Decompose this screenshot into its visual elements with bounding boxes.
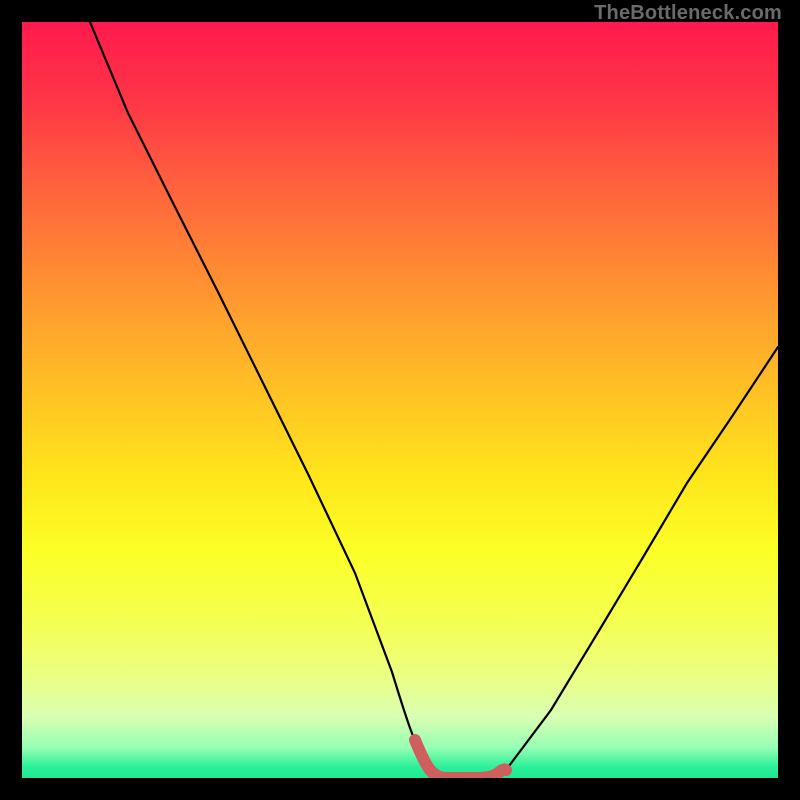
watermark-text: TheBottleneck.com bbox=[594, 2, 782, 25]
chart-frame: TheBottleneck.com bbox=[0, 0, 800, 800]
bottleneck-curve bbox=[90, 22, 778, 778]
plot-area bbox=[22, 22, 778, 778]
curve-layer bbox=[22, 22, 778, 778]
highlight-bottom bbox=[415, 740, 506, 778]
